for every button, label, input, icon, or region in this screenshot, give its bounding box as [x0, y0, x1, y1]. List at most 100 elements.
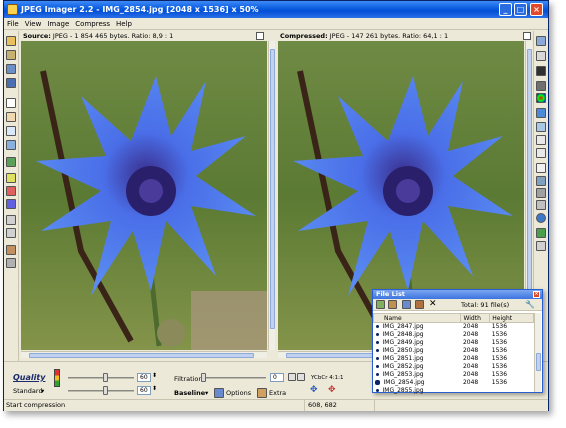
open-folder-icon[interactable] [388, 300, 397, 309]
quality-value-1[interactable]: 60 [137, 373, 151, 382]
save-as-icon[interactable] [6, 78, 16, 88]
extra-icon[interactable] [257, 388, 267, 398]
file-row[interactable]: IMG_2855.jpg [374, 387, 534, 395]
drop-icon[interactable] [536, 213, 546, 223]
file-row[interactable]: IMG_2854.jpg 2048 1536 [373, 379, 534, 387]
crop-icon[interactable] [536, 163, 546, 173]
title-bar[interactable]: JPEG Imager 2.2 - IMG_2854.jpg [2048 x 1… [4, 1, 548, 18]
scroll-thumb[interactable] [286, 353, 376, 358]
save-icon[interactable] [6, 64, 16, 74]
restore-icon[interactable] [256, 32, 264, 40]
view-icon[interactable] [402, 300, 411, 309]
menu-view[interactable]: View [22, 18, 45, 30]
options-icon[interactable] [214, 388, 224, 398]
file-row[interactable]: IMG_2851.jpg 2048 1536 [374, 355, 534, 363]
file-row[interactable]: IMG_2853.jpg 2048 1536 [374, 371, 534, 379]
open-icon[interactable] [6, 50, 16, 60]
flip-icon[interactable] [536, 200, 546, 210]
blur-icon[interactable] [536, 122, 546, 132]
copy-icon[interactable] [536, 36, 546, 46]
quality-slider-1[interactable] [68, 377, 134, 379]
close-icon[interactable]: × [533, 291, 540, 298]
arrow-right-icon[interactable] [297, 373, 305, 381]
curves-icon[interactable] [536, 148, 546, 158]
sharpen-icon[interactable] [536, 108, 546, 118]
compare-icon[interactable] [6, 140, 16, 150]
file-row[interactable]: IMG_2847.jpg 2048 1536 [374, 323, 534, 332]
scroll-thumb[interactable] [536, 353, 541, 371]
options-button[interactable]: Options [226, 389, 251, 397]
move-red-icon[interactable]: ✥ [328, 385, 336, 395]
tools-icon[interactable]: 🔧 [525, 299, 535, 310]
file-list-scrollbar[interactable] [534, 313, 541, 392]
restore-icon[interactable] [523, 32, 531, 40]
brightness-icon[interactable] [536, 51, 546, 61]
grid-icon[interactable] [6, 173, 16, 183]
green-icon[interactable] [536, 228, 546, 238]
column-header-height[interactable]: Height [489, 313, 534, 323]
delete-icon[interactable]: ✕ [429, 299, 437, 310]
column-header-name[interactable]: Name [372, 313, 462, 323]
menu-compress[interactable]: Compress [72, 18, 113, 30]
file-row[interactable]: IMG_2852.jpg 2048 1536 [374, 363, 534, 371]
file-list-title-bar[interactable]: File List × [373, 290, 542, 299]
file-name: IMG_2851.jpg [382, 355, 424, 362]
file-height: 1536 [491, 339, 508, 346]
file-name-cell: IMG_2849.jpg [374, 339, 461, 347]
scroll-thumb[interactable] [29, 353, 254, 358]
spin-icon[interactable]: ⬍ [152, 372, 157, 379]
color-wheel-icon[interactable] [536, 93, 546, 103]
source-horizontal-scrollbar[interactable] [21, 351, 267, 358]
quality-slider-2[interactable] [68, 390, 134, 392]
menu-file[interactable]: File [4, 18, 22, 30]
add-icon[interactable] [376, 300, 385, 309]
levels-icon[interactable] [536, 135, 546, 145]
source-image[interactable] [21, 41, 267, 350]
maximize-button[interactable]: □ [514, 3, 527, 16]
menu-image[interactable]: Image [44, 18, 72, 30]
scroll-thumb[interactable] [527, 49, 532, 299]
file-bullet-icon [375, 373, 379, 376]
source-info: JPEG - 1 854 465 bytes. Ratio: 8,9 : 1 [52, 32, 174, 40]
rotate-icon[interactable] [536, 188, 546, 198]
quality-value-2[interactable]: 60 [137, 386, 151, 395]
pages-icon[interactable] [6, 258, 16, 268]
open-folder-icon[interactable] [6, 36, 16, 46]
channel-icon[interactable] [6, 199, 16, 209]
close-button[interactable]: × [530, 3, 543, 16]
smooth-value[interactable]: 0 [270, 373, 284, 382]
slider-knob[interactable] [103, 373, 108, 382]
actual-size-icon[interactable] [6, 228, 16, 238]
minimize-button[interactable]: _ [499, 3, 512, 16]
file-width: 2048 [460, 379, 490, 387]
arrow-left-icon[interactable] [288, 373, 296, 381]
scroll-thumb[interactable] [270, 49, 275, 329]
file-height: 1536 [491, 347, 508, 354]
move-icon[interactable]: ✥ [310, 385, 318, 395]
slider-knob[interactable] [103, 386, 108, 395]
baseline-dropdown[interactable]: Baseline [174, 389, 205, 397]
hand-icon[interactable] [6, 112, 16, 122]
gray-icon[interactable] [536, 81, 546, 91]
info-icon[interactable] [536, 241, 546, 251]
file-row[interactable]: IMG_2849.jpg 2048 1536 [374, 339, 534, 347]
zoom-icon[interactable] [6, 126, 16, 136]
spin-icon[interactable]: ⬍ [152, 385, 157, 392]
contrast-icon[interactable] [536, 66, 546, 76]
menu-help[interactable]: Help [113, 18, 135, 30]
compress-icon[interactable] [6, 157, 16, 167]
fit-icon[interactable] [6, 215, 16, 225]
sort-icon[interactable] [415, 300, 424, 309]
standard-dropdown[interactable]: Standard [13, 387, 43, 395]
resize-icon[interactable] [536, 176, 546, 186]
file-row[interactable]: IMG_2850.jpg 2048 1536 [374, 347, 534, 355]
extra-button[interactable]: Extra [269, 389, 286, 397]
file-width [461, 387, 490, 395]
filtration-slider[interactable] [206, 377, 266, 379]
batch-icon[interactable] [6, 245, 16, 255]
column-header-width[interactable]: Width [460, 313, 491, 323]
file-row[interactable]: IMG_2848.jpg 2048 1536 [374, 331, 534, 339]
color-icon[interactable] [6, 186, 16, 196]
source-vertical-scrollbar[interactable] [268, 41, 275, 350]
pointer-icon[interactable] [6, 98, 16, 108]
